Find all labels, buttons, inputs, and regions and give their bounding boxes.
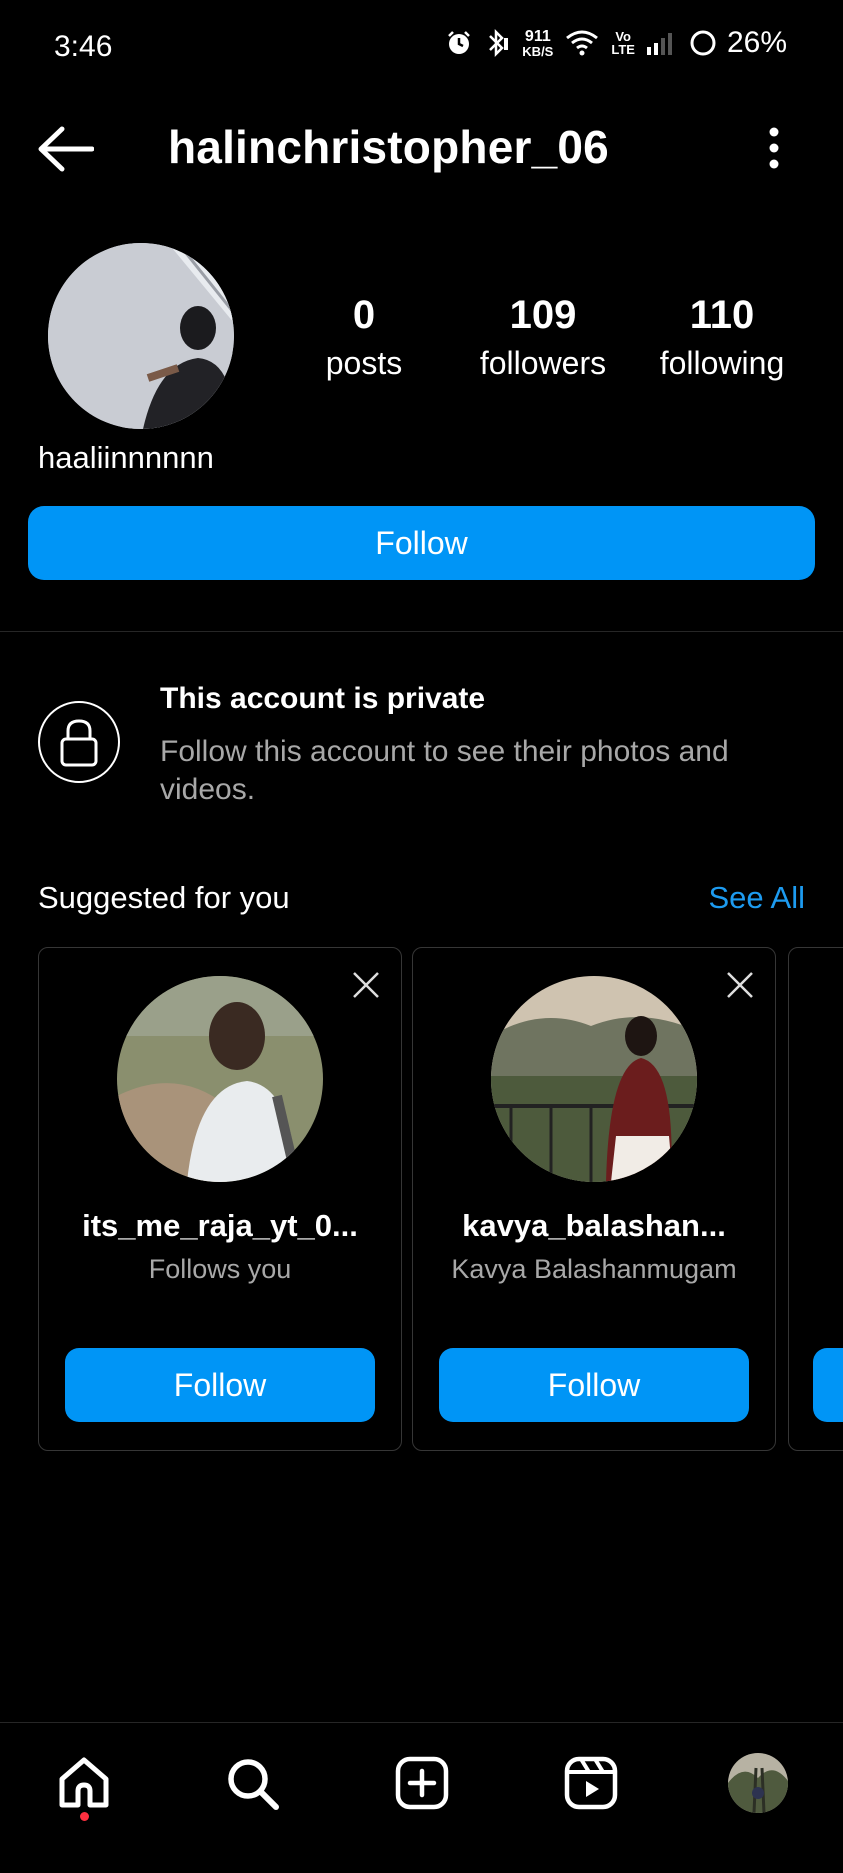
- suggestion-follow-button-partial[interactable]: [813, 1348, 843, 1422]
- nav-reels[interactable]: [561, 1753, 621, 1813]
- wifi-icon: [566, 30, 599, 56]
- suggestion-card-partial[interactable]: [788, 947, 843, 1451]
- following-label: following: [659, 345, 785, 381]
- profile-avatar-icon: [728, 1753, 788, 1813]
- create-post-icon: [395, 1756, 449, 1810]
- posts-label: posts: [325, 345, 403, 381]
- status-time: 3:46: [54, 30, 113, 63]
- signal-icon: [646, 33, 672, 55]
- close-icon[interactable]: [351, 970, 381, 1000]
- suggestion-username[interactable]: its_me_raja_yt_0...: [39, 1208, 401, 1244]
- nav-home[interactable]: [54, 1753, 114, 1813]
- profile-username: halinchristopher_06: [168, 121, 609, 173]
- status-icons: 911 KB/S Vo LTE 26%: [446, 26, 787, 60]
- suggestion-avatar[interactable]: [117, 976, 323, 1182]
- back-arrow-icon[interactable]: [36, 124, 94, 174]
- posts-count: 0: [352, 293, 376, 337]
- suggestion-subtitle: Follows you: [148, 1254, 292, 1284]
- nav-search[interactable]: [222, 1753, 282, 1813]
- suggestion-avatar[interactable]: [491, 976, 697, 1182]
- following-count: 110: [689, 293, 755, 337]
- nav-profile[interactable]: [728, 1753, 788, 1813]
- profile-display-name: haaliinnnnnn: [38, 440, 214, 475]
- lock-icon: [38, 701, 120, 783]
- stat-followers[interactable]: 109 followers: [463, 292, 623, 384]
- more-options-icon[interactable]: [767, 126, 781, 170]
- volte-bottom: LTE: [611, 42, 635, 57]
- suggestion-follow-button[interactable]: Follow: [439, 1348, 749, 1422]
- suggestion-card[interactable]: its_me_raja_yt_0... Follows you Follow: [38, 947, 402, 1451]
- search-icon: [228, 1759, 279, 1810]
- section-divider: [0, 631, 843, 632]
- nav-create[interactable]: [392, 1753, 452, 1813]
- suggestion-username[interactable]: kavya_balashan...: [413, 1208, 775, 1244]
- battery-percent: 26%: [726, 26, 787, 59]
- speed-unit: KB/S: [522, 43, 554, 59]
- bluetooth-icon: [489, 28, 509, 58]
- suggestion-subtitle: Kavya Balashanmugam: [451, 1254, 737, 1284]
- suggestion-card[interactable]: kavya_balashan... Kavya Balashanmugam Fo…: [412, 947, 776, 1451]
- reels-icon: [564, 1756, 618, 1810]
- close-icon[interactable]: [725, 970, 755, 1000]
- followers-label: followers: [479, 345, 607, 381]
- alarm-icon: [448, 31, 471, 54]
- bottom-navigation: [0, 1723, 843, 1873]
- see-all-link[interactable]: See All: [708, 880, 805, 916]
- notification-dot: [80, 1812, 89, 1821]
- network-speed: 911 KB/S: [522, 27, 554, 59]
- home-icon: [59, 1757, 109, 1808]
- profile-avatar[interactable]: [48, 243, 234, 429]
- followers-count: 109: [509, 293, 577, 337]
- private-account-title: This account is private: [160, 682, 486, 715]
- follow-button[interactable]: Follow: [28, 506, 815, 580]
- battery-ring-icon: [690, 30, 716, 56]
- speed-value: 911: [524, 27, 551, 45]
- volte-indicator: Vo LTE: [611, 30, 635, 56]
- stat-following[interactable]: 110 following: [642, 292, 802, 384]
- stat-posts[interactable]: 0 posts: [284, 292, 444, 384]
- suggested-title: Suggested for you: [38, 880, 290, 915]
- private-account-description: Follow this account to see their photos …: [160, 735, 729, 806]
- suggestion-follow-button[interactable]: Follow: [65, 1348, 375, 1422]
